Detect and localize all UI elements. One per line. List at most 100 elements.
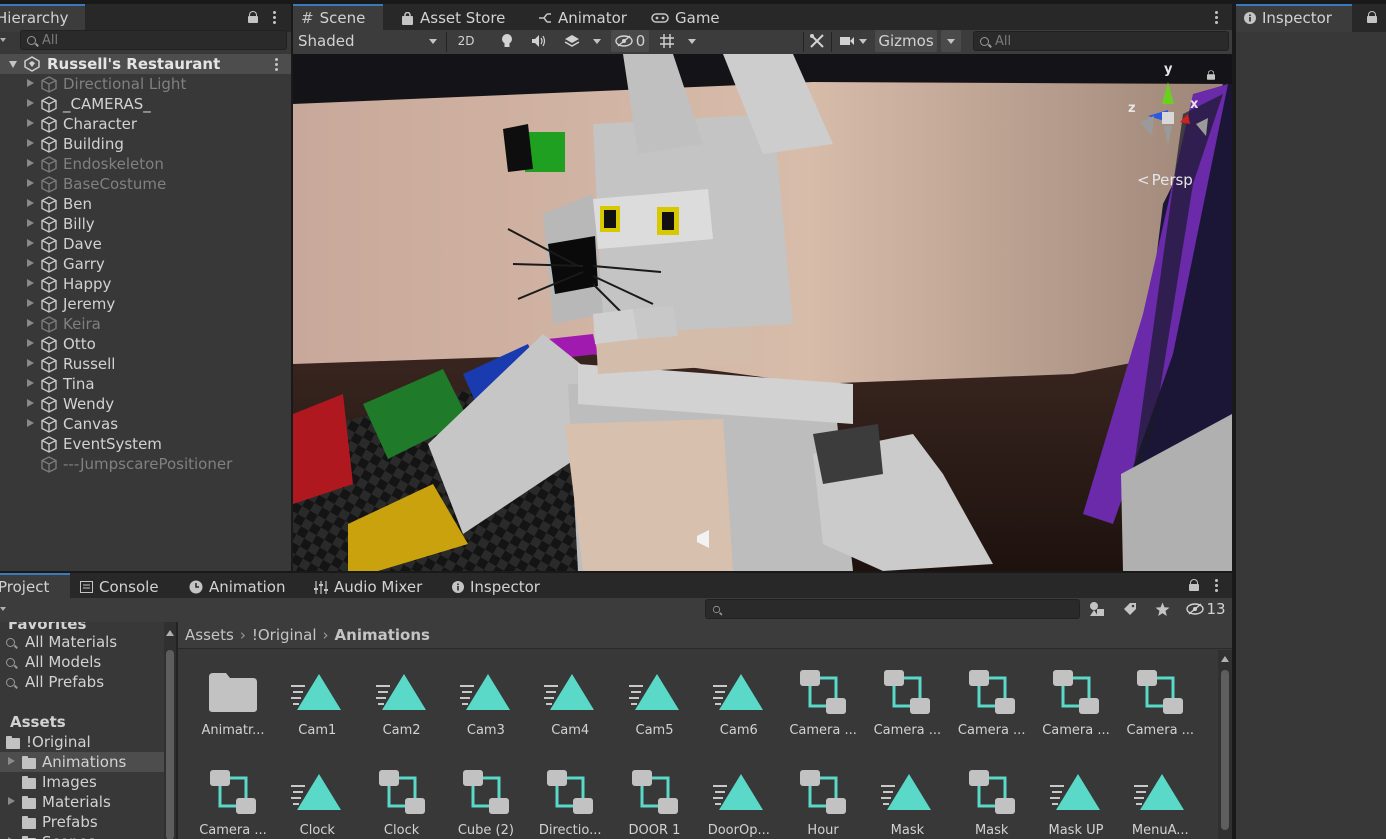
- asset-item[interactable]: MenuA...: [1118, 764, 1202, 838]
- audio-toggle[interactable]: [526, 30, 552, 52]
- expand-arrow-icon[interactable]: [8, 757, 15, 765]
- expand-arrow-icon[interactable]: [27, 219, 34, 227]
- folder-tree-item[interactable]: Animations: [0, 752, 164, 772]
- favorite-item[interactable]: All Prefabs: [6, 672, 104, 692]
- asset-item[interactable]: Mask: [950, 764, 1034, 838]
- expand-arrow-icon[interactable]: [27, 299, 34, 307]
- bottom-panel-menu-icon[interactable]: [1214, 579, 1218, 592]
- asset-item[interactable]: Cam5: [613, 664, 697, 738]
- asset-item[interactable]: Camera ...: [781, 664, 865, 738]
- lock-icon[interactable]: [1207, 70, 1215, 80]
- hierarchy-item[interactable]: Jeremy: [0, 294, 290, 314]
- camera-settings-button[interactable]: [835, 30, 871, 52]
- hierarchy-item[interactable]: BaseCostume: [0, 174, 290, 194]
- hierarchy-item[interactable]: Endoskeleton: [0, 154, 290, 174]
- hierarchy-item[interactable]: Tina: [0, 374, 290, 394]
- expand-arrow-icon[interactable]: [27, 119, 34, 127]
- asset-item[interactable]: DOOR 1: [613, 764, 697, 838]
- gizmos-dropdown[interactable]: [941, 30, 961, 52]
- asset-scrollbar[interactable]: [1218, 650, 1232, 839]
- expand-arrow-icon[interactable]: [27, 399, 34, 407]
- breadcrumb-item-current[interactable]: Animations: [335, 626, 430, 644]
- hierarchy-item[interactable]: Keira: [0, 314, 290, 334]
- asset-scroll-thumb[interactable]: [1221, 670, 1229, 830]
- scene-menu-icon[interactable]: [274, 58, 278, 71]
- folder-tree-item[interactable]: !Original: [0, 732, 164, 752]
- hidden-objects-toggle[interactable]: 0: [611, 30, 649, 52]
- expand-arrow-icon[interactable]: [27, 319, 34, 327]
- tab-audio-mixer[interactable]: Audio Mixer: [306, 573, 430, 601]
- expand-arrow-icon[interactable]: [27, 79, 34, 87]
- asset-item[interactable]: Cam6: [697, 664, 781, 738]
- hierarchy-item[interactable]: Dave: [0, 234, 290, 254]
- expand-arrow-icon[interactable]: [27, 99, 34, 107]
- draw-mode-dropdown[interactable]: Shaded: [293, 30, 443, 52]
- expand-arrow-icon[interactable]: [27, 159, 34, 167]
- effects-dropdown[interactable]: [590, 30, 604, 52]
- expand-arrow-icon[interactable]: [27, 239, 34, 247]
- hierarchy-item[interactable]: Building: [0, 134, 290, 154]
- favorite-item[interactable]: All Materials: [6, 632, 117, 652]
- hierarchy-item[interactable]: Garry: [0, 254, 290, 274]
- breadcrumb-item[interactable]: !Original: [252, 626, 317, 644]
- tab-animator[interactable]: Animator: [530, 4, 635, 32]
- hierarchy-item[interactable]: Russell: [0, 354, 290, 374]
- expand-arrow-icon[interactable]: [27, 419, 34, 427]
- toggle-2d-button[interactable]: 2D: [451, 30, 481, 52]
- expand-arrow-icon[interactable]: [8, 797, 15, 805]
- hierarchy-item[interactable]: Wendy: [0, 394, 290, 414]
- expand-arrow-icon[interactable]: [27, 199, 34, 207]
- tab-hierarchy[interactable]: Hierarchy: [0, 4, 85, 32]
- sidebar-scrollbar[interactable]: [164, 622, 176, 839]
- project-search-input[interactable]: [705, 599, 1080, 619]
- hierarchy-item[interactable]: Character: [0, 114, 290, 134]
- scene-search-input[interactable]: All: [973, 31, 1229, 51]
- expand-arrow-icon[interactable]: [27, 359, 34, 367]
- favorites-star-button[interactable]: [1150, 598, 1174, 620]
- folder-tree-item[interactable]: Scenes: [0, 832, 164, 839]
- expand-arrow-icon[interactable]: [27, 139, 34, 147]
- orientation-gizmo[interactable]: y x z: [1128, 62, 1215, 159]
- tab-console[interactable]: Console: [72, 573, 167, 601]
- folder-tree-item[interactable]: Images: [0, 772, 164, 792]
- asset-item[interactable]: Camera ...: [950, 664, 1034, 738]
- hidden-packages-toggle[interactable]: 13: [1184, 598, 1228, 620]
- hierarchy-item[interactable]: Canvas: [0, 414, 290, 434]
- tab-project[interactable]: Project: [0, 573, 70, 601]
- asset-item[interactable]: Camera ...: [1118, 664, 1202, 738]
- grid-toggle[interactable]: [655, 30, 679, 52]
- hierarchy-item[interactable]: EventSystem: [0, 434, 290, 454]
- scene-viewport[interactable]: y x z < Persp: [293, 54, 1232, 571]
- scene-panel-menu-icon[interactable]: [1214, 11, 1218, 24]
- folder-tree-item[interactable]: Prefabs: [0, 812, 164, 832]
- tab-inspector-bottom[interactable]: Inspector: [444, 573, 548, 601]
- search-by-type-button[interactable]: [1085, 598, 1109, 620]
- asset-item[interactable]: Camera ...: [1034, 664, 1118, 738]
- lock-icon[interactable]: [248, 11, 258, 23]
- asset-item[interactable]: Clock: [275, 764, 359, 838]
- sidebar-scroll-thumb[interactable]: [166, 650, 174, 839]
- asset-item[interactable]: DoorOp...: [697, 764, 781, 838]
- hierarchy-item[interactable]: Directional Light: [0, 74, 290, 94]
- gizmos-button[interactable]: Gizmos: [875, 30, 937, 52]
- scene-header-row[interactable]: Russell's Restaurant: [0, 54, 291, 74]
- tools-button[interactable]: [805, 30, 829, 52]
- hierarchy-item[interactable]: Happy: [0, 274, 290, 294]
- tab-game[interactable]: Game: [643, 4, 728, 32]
- projection-toggle[interactable]: < Persp: [1137, 171, 1193, 189]
- breadcrumb-item[interactable]: Assets: [185, 626, 234, 644]
- scroll-up-arrow-icon[interactable]: [166, 630, 174, 636]
- tab-inspector[interactable]: Inspector: [1236, 4, 1352, 32]
- search-by-label-button[interactable]: [1118, 598, 1142, 620]
- tab-animation[interactable]: Animation: [181, 573, 293, 601]
- hierarchy-menu-icon[interactable]: [272, 11, 276, 24]
- expand-arrow-icon[interactable]: [27, 179, 34, 187]
- asset-item[interactable]: Directio...: [528, 764, 612, 838]
- hierarchy-search-input[interactable]: All: [20, 30, 287, 50]
- create-dropdown[interactable]: [0, 607, 6, 611]
- hierarchy-item[interactable]: _CAMERAS_: [0, 94, 290, 114]
- assets-header[interactable]: Assets: [10, 712, 66, 732]
- scene-collapse-arrow-icon[interactable]: [9, 61, 17, 68]
- expand-arrow-icon[interactable]: [27, 279, 34, 287]
- asset-item[interactable]: Cube (2): [444, 764, 528, 838]
